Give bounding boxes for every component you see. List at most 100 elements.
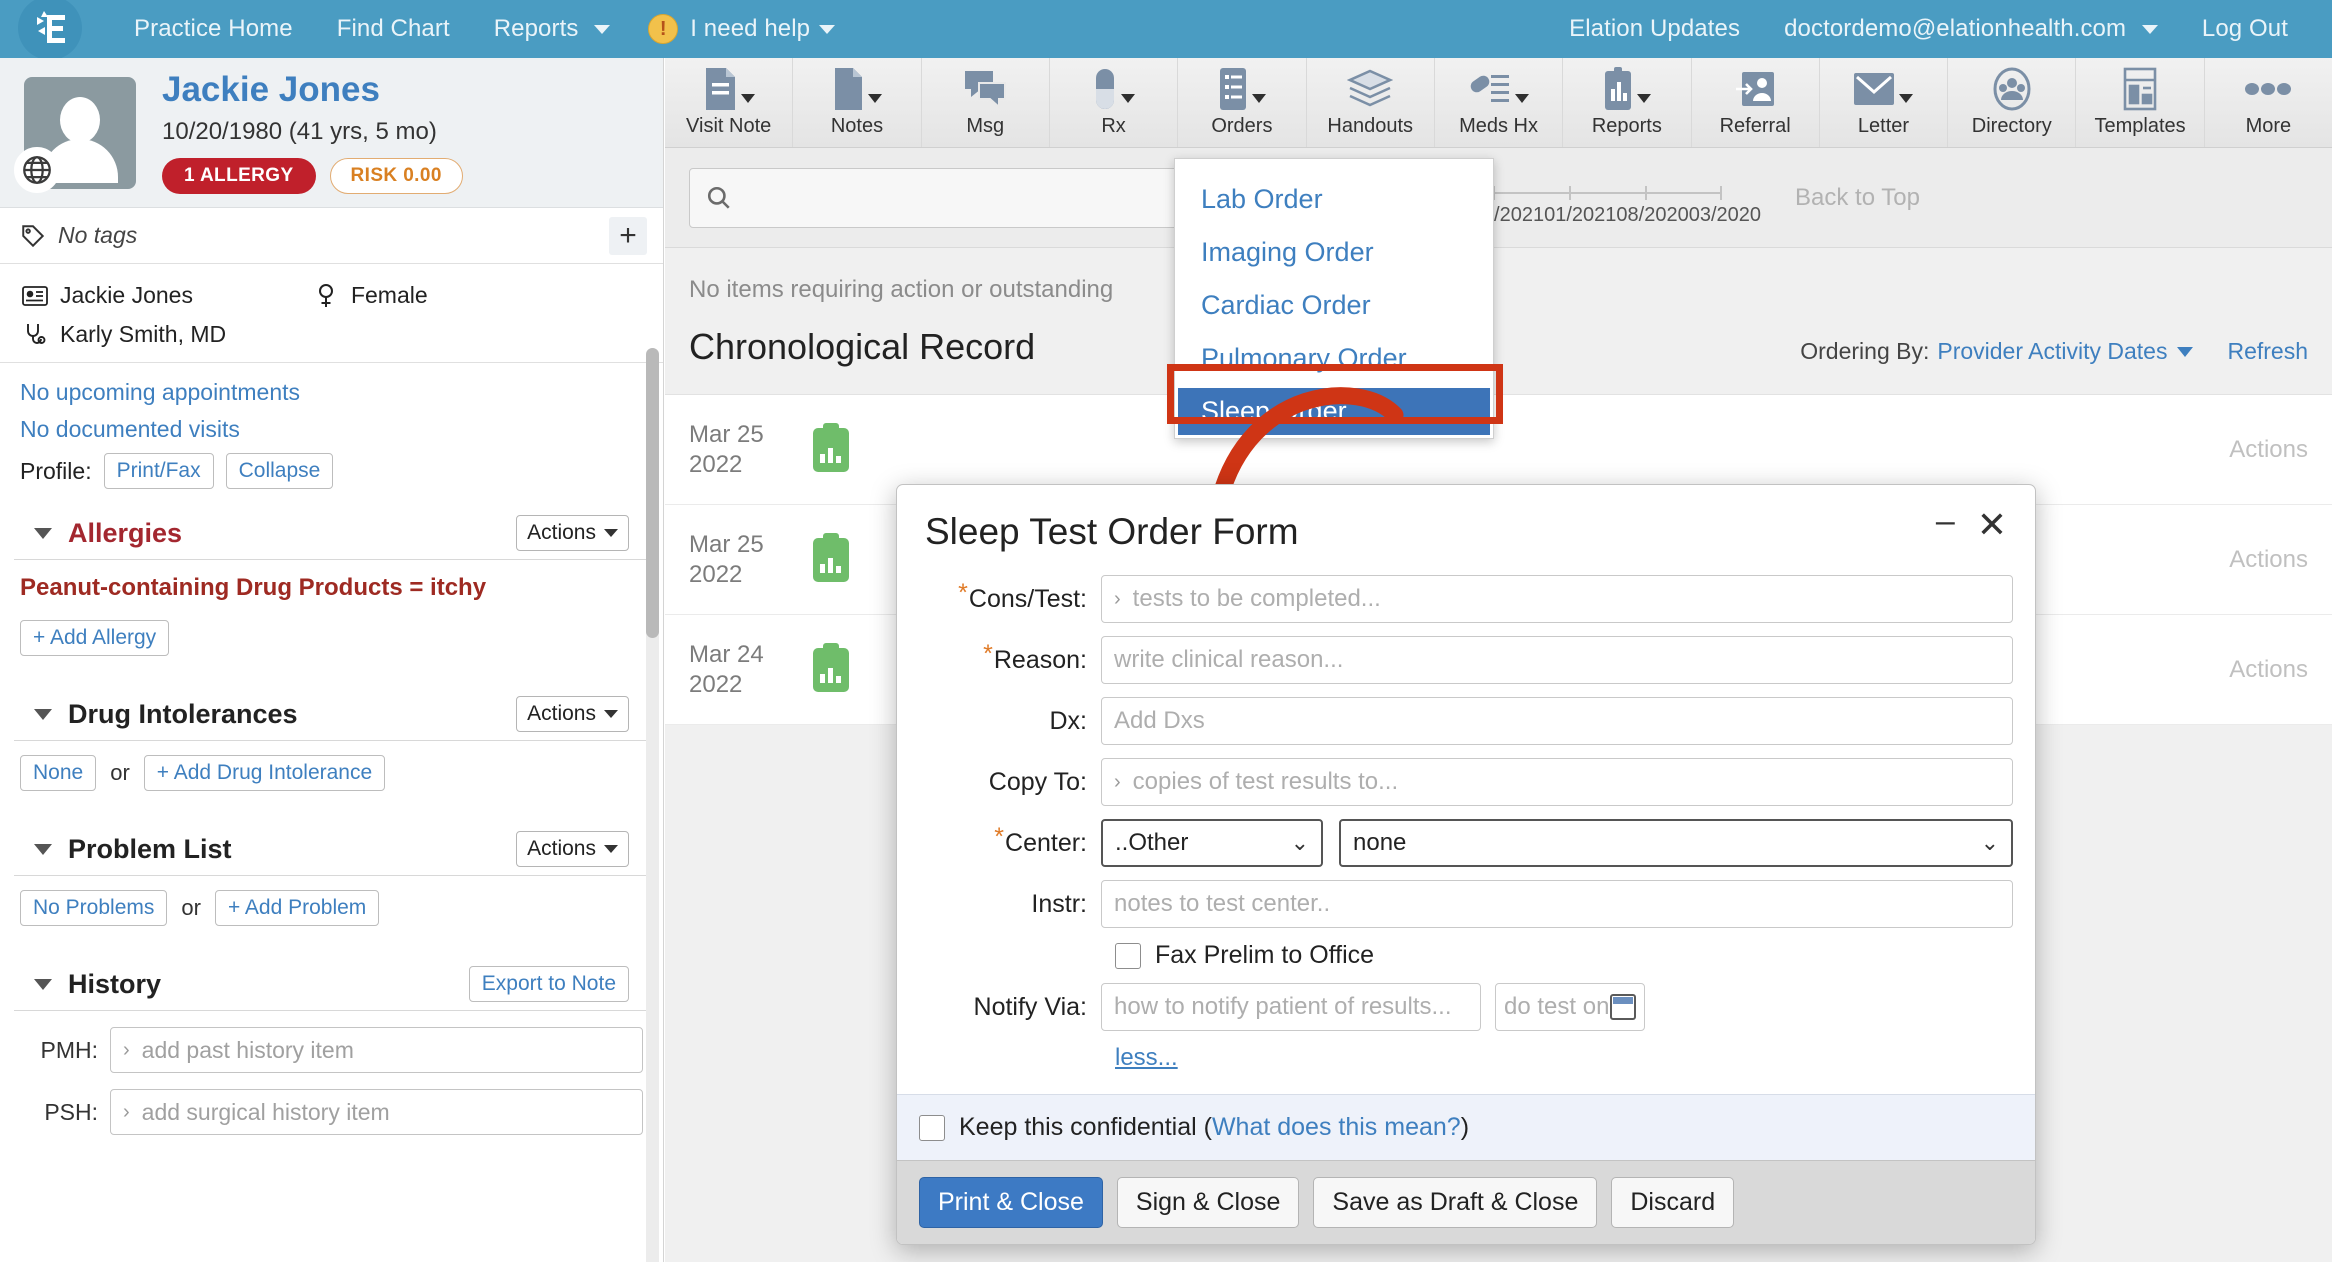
chevron-down-icon[interactable] — [34, 708, 52, 720]
upcoming-appointments-link[interactable]: No upcoming appointments — [20, 379, 643, 406]
timeline-label[interactable]: 08/2020 — [1616, 204, 1688, 227]
refresh-link[interactable]: Refresh — [2227, 338, 2308, 365]
sign-and-close-button[interactable]: Sign & Close — [1116, 1177, 1300, 1228]
print-and-close-button[interactable]: Print & Close — [919, 1177, 1103, 1228]
bar-chart-clipboard-icon — [1603, 67, 1651, 111]
menu-item-pulmonary-order[interactable]: Pulmonary Order — [1175, 332, 1493, 385]
section-header-drug-intolerances[interactable]: Drug Intolerances Actions — [14, 682, 649, 741]
what-does-this-mean-link[interactable]: What does this mean? — [1212, 1113, 1461, 1141]
ordering-by-value[interactable]: Provider Activity Dates — [1937, 338, 2167, 365]
menu-item-cardiac-order[interactable]: Cardiac Order — [1175, 279, 1493, 332]
dialog-title: Sleep Test Order Form — [925, 511, 1299, 552]
nav-account-menu[interactable]: doctordemo@elationhealth.com — [1762, 15, 2180, 43]
allergies-actions-button[interactable]: Actions — [516, 515, 629, 551]
toolbar-notes[interactable]: Notes — [793, 58, 922, 147]
copy-to-input[interactable]: › copies of test results to... — [1101, 758, 2013, 806]
toolbar-meds-hx[interactable]: Meds Hx — [1434, 58, 1564, 147]
reason-label-text: Reason: — [993, 645, 1087, 674]
export-to-note-button[interactable]: Export to Note — [468, 966, 629, 1002]
record-actions-link[interactable]: Actions — [2229, 546, 2308, 574]
toolbar-orders-label: Orders — [1211, 115, 1273, 137]
reason-input[interactable]: write clinical reason... — [1101, 636, 2013, 684]
test-date-input[interactable]: do test on... — [1495, 983, 1645, 1031]
record-actions-link[interactable]: Actions — [2229, 436, 2308, 464]
nav-i-need-help[interactable]: ! I need help — [632, 14, 851, 44]
nav-find-chart[interactable]: Find Chart — [315, 15, 472, 43]
minimize-icon[interactable]: – — [1936, 504, 1955, 539]
add-tag-button[interactable]: + — [609, 216, 647, 255]
problem-list-actions-button[interactable]: Actions — [516, 831, 629, 867]
add-problem-button[interactable]: + Add Problem — [214, 890, 380, 926]
timeline-label[interactable]: 01/2021 — [1544, 204, 1616, 227]
toolbar-templates-label: Templates — [2094, 115, 2186, 137]
toolbar-handouts[interactable]: Handouts — [1306, 58, 1435, 147]
chevron-down-icon — [1251, 94, 1266, 103]
chevron-down-icon[interactable] — [34, 527, 52, 539]
report-chart-icon — [813, 427, 849, 472]
toolbar-visit-note[interactable]: Visit Note — [665, 58, 794, 147]
dx-input[interactable]: Add Dxs — [1101, 697, 2013, 745]
avatar[interactable] — [14, 76, 136, 193]
cons-test-placeholder: tests to be completed... — [1132, 585, 1381, 612]
drug-intolerances-none-button[interactable]: None — [20, 755, 97, 791]
menu-item-lab-order[interactable]: Lab Order — [1175, 173, 1493, 226]
chevron-down-icon[interactable] — [34, 978, 52, 990]
timeline-label[interactable]: 03/2020 — [1689, 204, 1761, 227]
allergy-item[interactable]: Peanut-containing Drug Products = itchy — [20, 574, 643, 602]
toolbar-templates[interactable]: Templates — [2076, 58, 2205, 147]
nav-elation-updates[interactable]: Elation Updates — [1547, 15, 1762, 43]
toolbar-referral[interactable]: Referral — [1691, 58, 1820, 147]
toolbar-reports[interactable]: Reports — [1563, 58, 1692, 147]
required-asterisk: * — [983, 639, 993, 668]
add-allergy-button[interactable]: + Add Allergy — [20, 620, 170, 656]
record-date: Mar 24 2022 — [689, 640, 789, 700]
menu-item-imaging-order[interactable]: Imaging Order — [1175, 226, 1493, 279]
center-secondary-select[interactable]: none ⌄ — [1339, 819, 2013, 867]
close-icon[interactable]: ✕ — [1977, 507, 2007, 543]
toolbar-directory[interactable]: Directory — [1948, 58, 2077, 147]
pmh-input[interactable]: › add past history item — [110, 1027, 643, 1073]
nav-log-out[interactable]: Log Out — [2180, 15, 2310, 43]
calendar-icon[interactable] — [1610, 994, 1636, 1020]
save-as-draft-and-close-button[interactable]: Save as Draft & Close — [1313, 1177, 1598, 1228]
top-navigation-bar: Practice Home Find Chart Reports ! I nee… — [0, 0, 2332, 60]
section-header-problem-list[interactable]: Problem List Actions — [14, 817, 649, 876]
back-to-top-link[interactable]: Back to Top — [1795, 184, 1920, 212]
less-toggle-link[interactable]: less... — [1115, 1044, 2013, 1072]
toolbar-rx[interactable]: Rx — [1049, 58, 1179, 147]
discard-button[interactable]: Discard — [1611, 1177, 1735, 1228]
chart-search-bar: ✕ Today 10/2021 06/2021 01/202 — [665, 148, 2332, 248]
toolbar-msg[interactable]: Msg — [921, 58, 1050, 147]
add-drug-intolerance-button[interactable]: + Add Drug Intolerance — [143, 755, 386, 791]
notify-via-input[interactable]: how to notify patient of results... — [1101, 983, 1481, 1031]
fax-prelim-row: Fax Prelim to Office — [1115, 941, 2013, 970]
print-fax-button[interactable]: Print/Fax — [103, 453, 214, 489]
menu-item-sleep-order[interactable]: Sleep Order — [1175, 385, 1493, 438]
toolbar-letter[interactable]: Letter — [1819, 58, 1949, 147]
toolbar-orders[interactable]: Orders — [1178, 58, 1307, 147]
status-badge-risk[interactable]: RISK 0.00 — [329, 157, 463, 194]
psh-input[interactable]: › add surgical history item — [110, 1089, 643, 1135]
status-badge-allergy[interactable]: 1 ALLERGY — [162, 157, 316, 194]
cons-test-input[interactable]: › tests to be completed... — [1101, 575, 2013, 623]
instr-input[interactable]: notes to test center.. — [1101, 880, 2013, 928]
elation-logo-icon[interactable] — [18, 0, 82, 60]
collapse-button[interactable]: Collapse — [225, 453, 334, 489]
no-problems-button[interactable]: No Problems — [20, 890, 168, 926]
sidebar-scrollbar-thumb[interactable] — [646, 348, 659, 638]
fax-prelim-checkbox[interactable] — [1115, 942, 1141, 969]
center-primary-select[interactable]: ..Other ⌄ — [1101, 819, 1323, 867]
nav-reports[interactable]: Reports — [472, 15, 633, 43]
section-header-allergies[interactable]: Allergies Actions — [14, 501, 649, 560]
record-actions-link[interactable]: Actions — [2229, 656, 2308, 684]
toolbar-more[interactable]: More — [2204, 58, 2332, 147]
chevron-down-icon[interactable] — [2177, 346, 2194, 357]
drug-intolerances-actions-button[interactable]: Actions — [516, 696, 629, 732]
ordering-by-control: Ordering By: Provider Activity Dates — [1800, 338, 2194, 365]
keep-confidential-checkbox[interactable] — [919, 1114, 945, 1141]
documented-visits-link[interactable]: No documented visits — [20, 416, 643, 443]
nav-practice-home[interactable]: Practice Home — [112, 15, 315, 43]
page-title[interactable]: Jackie Jones — [162, 71, 463, 110]
section-header-history[interactable]: History Export to Note — [14, 952, 649, 1011]
chevron-down-icon[interactable] — [34, 843, 52, 855]
